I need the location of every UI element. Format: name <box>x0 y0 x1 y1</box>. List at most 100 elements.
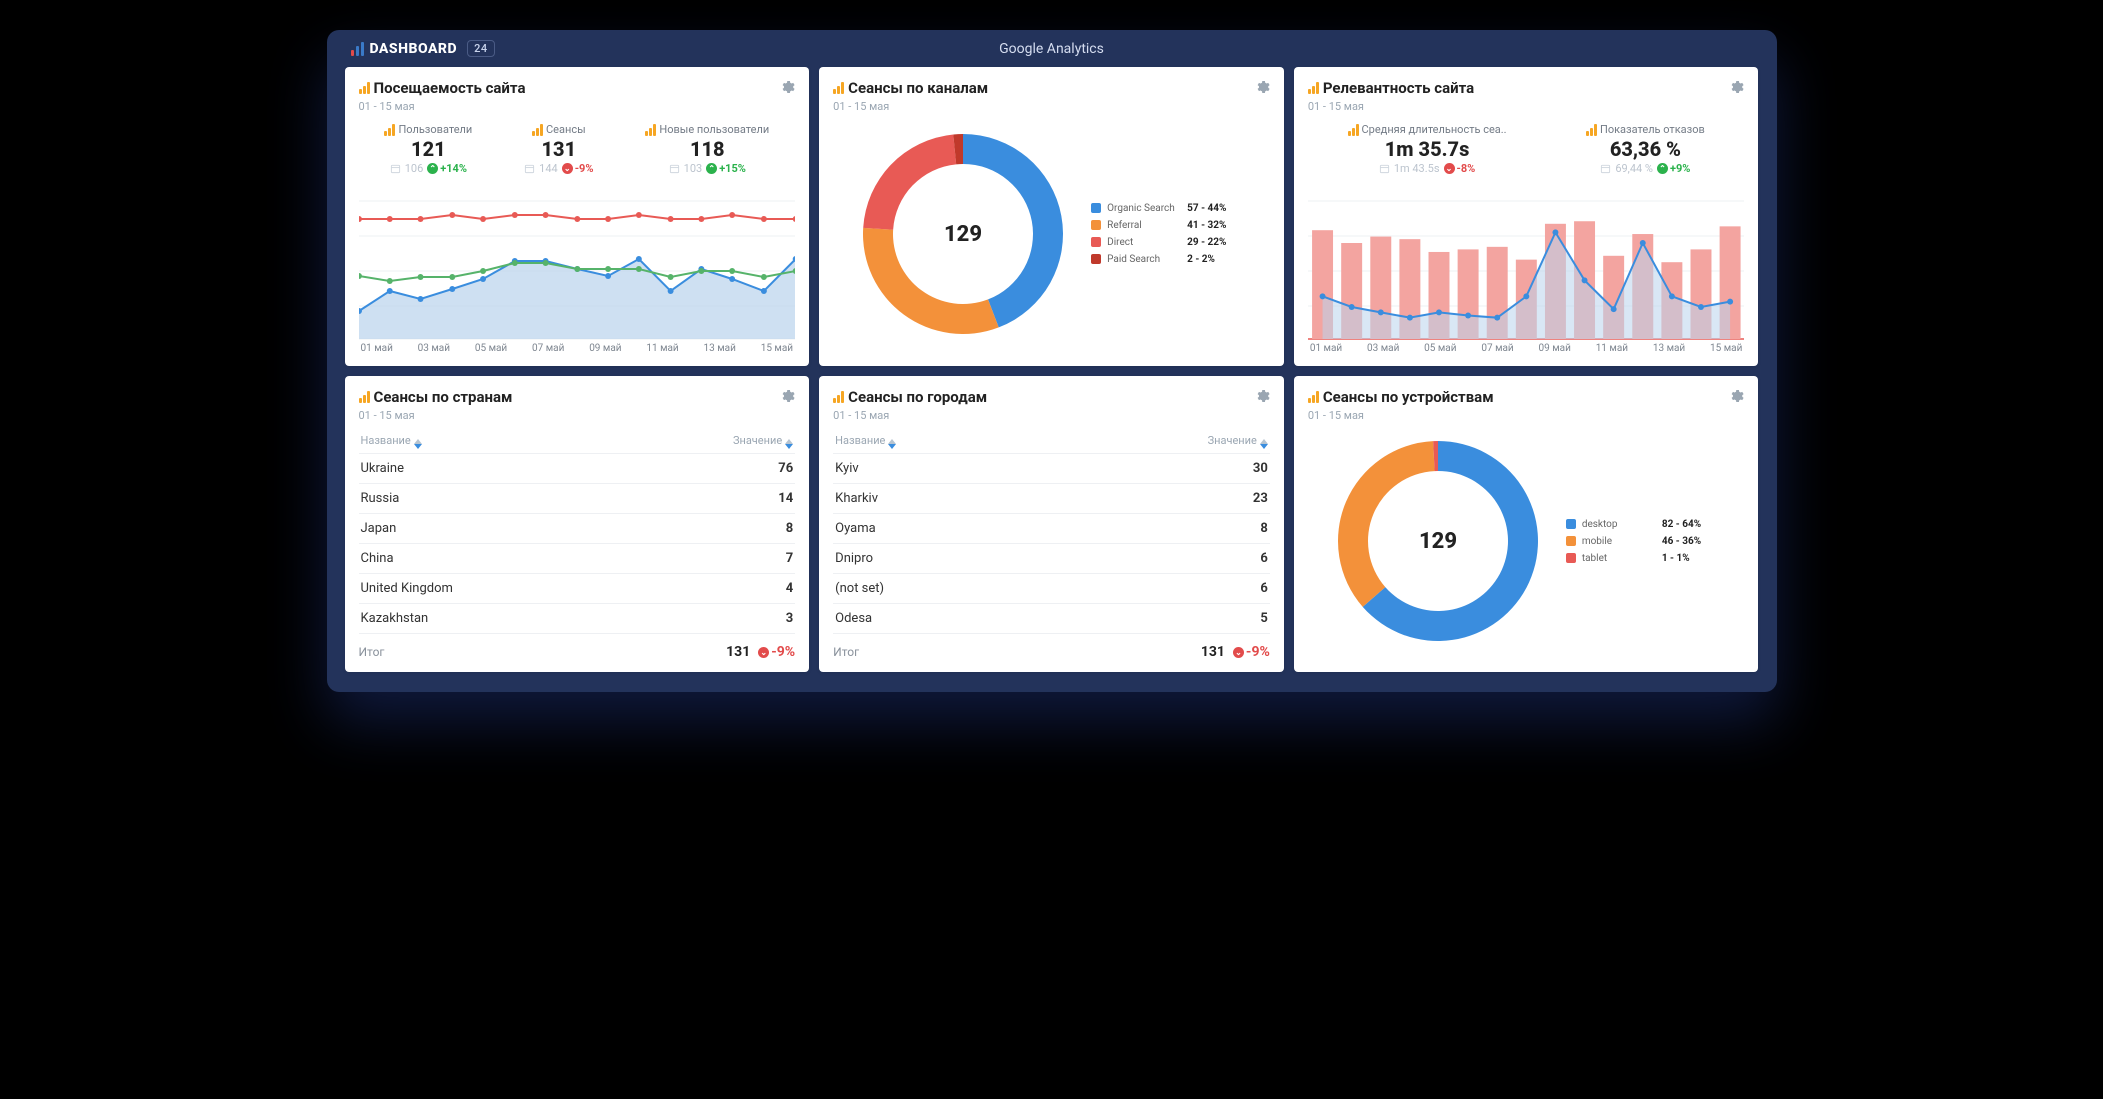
ga-icon <box>532 124 543 136</box>
line-point[interactable] <box>1698 304 1704 310</box>
metric-label: Новые пользователи <box>659 123 769 136</box>
card-title: Посещаемость сайта <box>359 79 526 97</box>
line-point[interactable] <box>1319 293 1325 299</box>
ga-icon <box>645 124 656 136</box>
line-point[interactable] <box>1523 293 1529 299</box>
table-row[interactable]: (not set)6 <box>833 573 1270 603</box>
brand-badge: 24 <box>467 40 495 57</box>
metric-label: Показатель отказов <box>1600 123 1705 136</box>
table-row[interactable]: Kazakhstan3 <box>359 603 796 633</box>
legend-item[interactable]: tablet 1 - 1% <box>1566 553 1701 564</box>
table-row[interactable]: United Kingdom4 <box>359 573 796 603</box>
card-channels: Сеансы по каналам 01 - 15 мая 129 Organi… <box>819 67 1284 366</box>
legend-item[interactable]: Direct 29 - 22% <box>1091 237 1226 248</box>
sort-icon <box>414 439 422 449</box>
table-row[interactable]: Ukraine76 <box>359 453 796 483</box>
table-row[interactable]: China7 <box>359 543 796 573</box>
legend-name: Paid Search <box>1107 254 1181 265</box>
legend-swatch <box>1091 237 1101 247</box>
row-name: Ukraine <box>361 461 404 476</box>
date-range: 01 - 15 мая <box>833 100 988 113</box>
ga-icon <box>1308 391 1319 403</box>
table-row[interactable]: Russia14 <box>359 483 796 513</box>
col-name[interactable]: Название <box>835 434 896 449</box>
card-countries: Сеансы по странам 01 - 15 мая Название З… <box>345 376 810 672</box>
gear-icon[interactable] <box>1728 388 1744 404</box>
line-point[interactable] <box>1407 315 1413 321</box>
gear-icon[interactable] <box>1254 79 1270 95</box>
metric: Пользователи 121 106 ⌃+14% <box>384 123 472 175</box>
table-row[interactable]: Odesa5 <box>833 603 1270 633</box>
legend-value: 57 - 44% <box>1187 203 1226 214</box>
col-name[interactable]: Название <box>361 434 422 449</box>
brand-logo[interactable]: DASHBOARD 24 <box>351 40 495 57</box>
row-value: 5 <box>1260 611 1267 626</box>
legend-item[interactable]: Paid Search 2 - 2% <box>1091 254 1226 265</box>
calendar-icon <box>1600 163 1611 174</box>
date-range: 01 - 15 мая <box>359 100 526 113</box>
table-row[interactable]: Oyama8 <box>833 513 1270 543</box>
x-tick: 15 май <box>1710 343 1742 354</box>
line-point[interactable] <box>1727 299 1733 305</box>
donut-slice[interactable] <box>1338 441 1435 607</box>
legend-swatch <box>1091 254 1101 264</box>
legend-value: 46 - 36% <box>1662 536 1701 547</box>
metric-row: Пользователи 121 106 ⌃+14% Сеансы 131 14… <box>359 123 796 175</box>
line-point[interactable] <box>1611 306 1617 312</box>
line-point[interactable] <box>1349 304 1355 310</box>
gear-icon[interactable] <box>1728 79 1744 95</box>
total-value: 131 <box>1201 644 1225 660</box>
line-point[interactable] <box>1494 315 1500 321</box>
line-point[interactable] <box>1378 309 1384 315</box>
calendar-icon <box>390 163 401 174</box>
metric-value: 1m 35.7s <box>1348 137 1507 161</box>
table-row[interactable]: Dnipro6 <box>833 543 1270 573</box>
legend-swatch <box>1566 553 1576 563</box>
line-point[interactable] <box>1436 309 1442 315</box>
sort-icon <box>1260 439 1268 449</box>
calendar-icon <box>524 163 535 174</box>
gear-icon[interactable] <box>779 79 795 95</box>
donut-center-value: 129 <box>1419 529 1457 554</box>
legend-item[interactable]: mobile 46 - 36% <box>1566 536 1701 547</box>
gear-icon[interactable] <box>1254 388 1270 404</box>
row-name: Kharkiv <box>835 491 878 506</box>
gear-icon[interactable] <box>779 388 795 404</box>
calendar-icon <box>1379 163 1390 174</box>
line-point[interactable] <box>1465 313 1471 319</box>
table-row[interactable]: Kharkiv23 <box>833 483 1270 513</box>
metric-value: 131 <box>524 137 593 161</box>
metric: Новые пользователи 118 103 ⌃+15% <box>645 123 769 175</box>
legend-swatch <box>1566 536 1576 546</box>
line-point[interactable] <box>1552 229 1558 235</box>
metric-delta: ⌃+14% <box>427 162 467 175</box>
card-devices: Сеансы по устройствам 01 - 15 мая 129 de… <box>1294 376 1759 672</box>
legend-item[interactable]: desktop 82 - 64% <box>1566 519 1701 530</box>
donut-slice[interactable] <box>863 134 956 229</box>
table-row[interactable]: Kyiv30 <box>833 453 1270 483</box>
legend-name: tablet <box>1582 553 1656 564</box>
date-range: 01 - 15 мая <box>359 409 513 422</box>
line-point[interactable] <box>1640 240 1646 246</box>
row-value: 6 <box>1260 581 1267 596</box>
ga-icon <box>384 124 395 136</box>
line-point[interactable] <box>1581 277 1587 283</box>
ga-icon <box>359 391 370 403</box>
ga-icon <box>833 391 844 403</box>
line-point[interactable] <box>1669 293 1675 299</box>
table-row[interactable]: Japan8 <box>359 513 796 543</box>
col-value[interactable]: Значение <box>1208 434 1268 449</box>
legend-item[interactable]: Organic Search 57 - 44% <box>1091 203 1226 214</box>
col-value[interactable]: Значение <box>733 434 793 449</box>
row-value: 8 <box>786 521 793 536</box>
legend-value: 41 - 32% <box>1187 220 1226 231</box>
metric: Средняя длительность сеа.. 1m 35.7s 1m 4… <box>1348 123 1507 175</box>
metric-compare: 69,44 % <box>1615 162 1653 175</box>
row-name: Russia <box>361 491 400 506</box>
row-value: 30 <box>1253 461 1268 476</box>
legend-item[interactable]: Referral 41 - 32% <box>1091 220 1226 231</box>
legend-value: 2 - 2% <box>1187 254 1215 265</box>
cities-table: Название Значение Kyiv30Kharkiv23Oyama8D… <box>833 430 1270 660</box>
metric-row: Средняя длительность сеа.. 1m 35.7s 1m 4… <box>1308 123 1745 175</box>
ga-icon <box>1308 82 1319 94</box>
